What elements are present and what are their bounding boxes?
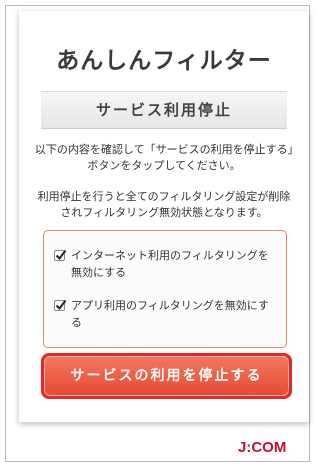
checkmark-icon	[55, 249, 67, 261]
instruction-text: 以下の内容を確認して「サービスの利用を停止する」ボタンをタップしてください。	[34, 143, 294, 172]
option-label: インターネット利用のフィルタリングを無効にする	[71, 249, 269, 279]
screen-frame: あんしんフィルター サービス利用停止 以下の内容を確認して「サービスの利用を停止…	[5, 5, 310, 462]
section-title: サービス利用停止	[41, 91, 287, 129]
option-label: アプリ利用のフィルタリングを無効にする	[71, 299, 269, 329]
options-box: インターネット利用のフィルタリングを無効にする アプリ利用のフィルタリングを無効…	[43, 230, 287, 348]
checkbox-internet-filtering[interactable]	[54, 249, 67, 261]
checkbox-app-filtering[interactable]	[54, 299, 67, 311]
option-app-filtering[interactable]: アプリ利用のフィルタリングを無効にする	[54, 297, 278, 331]
stop-service-button-frame: サービスの利用を停止する	[41, 353, 292, 399]
warning-text: 利用停止を行うと全てのフィルタリング設定が削除されフィルタリング無効状態となりま…	[37, 190, 291, 219]
app-title: あんしんフィルター	[56, 48, 272, 74]
option-internet-filtering[interactable]: インターネット利用のフィルタリングを無効にする	[54, 247, 278, 281]
checkmark-icon	[55, 299, 67, 311]
jcom-logo: J:COM	[238, 439, 287, 456]
stop-service-button[interactable]: サービスの利用を停止する	[44, 356, 289, 396]
content-card: あんしんフィルター サービス利用停止 以下の内容を確認して「サービスの利用を停止…	[19, 11, 309, 422]
